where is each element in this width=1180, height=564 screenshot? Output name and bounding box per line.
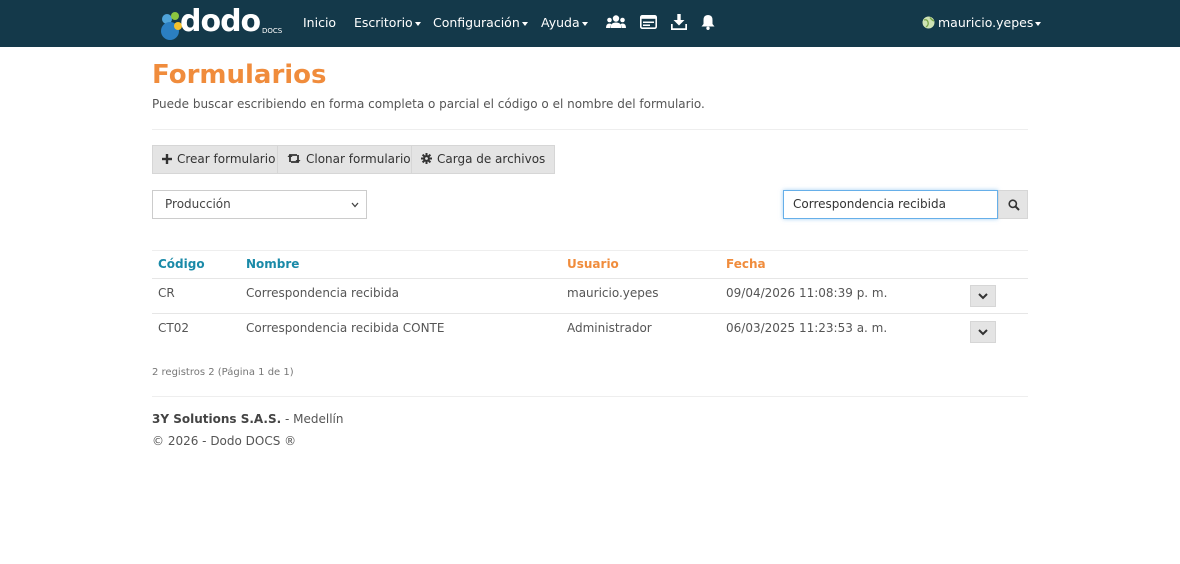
nav-ayuda[interactable]: Ayuda (541, 15, 588, 30)
plus-icon (162, 153, 172, 164)
cell-nombre: Correspondencia recibida (246, 286, 399, 300)
nav-escritorio[interactable]: Escritorio (354, 15, 421, 30)
bell-icon[interactable] (701, 14, 715, 30)
logo-text: dodo (180, 4, 261, 39)
chevron-down-icon (978, 293, 988, 300)
divider (152, 129, 1028, 130)
create-form-label: Crear formulario (177, 152, 276, 166)
cell-usuario: Administrador (567, 321, 652, 335)
cell-fecha: 06/03/2025 11:23:53 a. m. (726, 321, 888, 335)
company-name: 3Y Solutions S.A.S. (152, 412, 282, 426)
pagination-summary: 2 registros 2 (Página 1 de 1) (152, 367, 294, 378)
clone-form-button[interactable]: Clonar formulario (277, 145, 421, 174)
clone-form-label: Clonar formulario (306, 152, 411, 166)
cell-codigo: CR (158, 286, 175, 300)
logo-subtext: DOCS (262, 27, 283, 35)
retweet-icon (287, 154, 301, 163)
table-header-border (152, 278, 1028, 279)
user-menu[interactable]: mauricio.yepes (922, 15, 1042, 30)
footer-copyright: © 2026 - Dodo DOCS ® (152, 434, 297, 448)
chevron-down-icon (978, 329, 988, 336)
upload-files-button[interactable]: Carga de archivos (411, 145, 556, 174)
column-header-codigo[interactable]: Código (158, 257, 205, 271)
column-header-fecha[interactable]: Fecha (726, 257, 766, 271)
cell-fecha: 09/04/2026 11:08:39 p. m. (726, 286, 888, 300)
id-card-icon[interactable] (640, 15, 657, 29)
caret-down-icon (414, 21, 421, 26)
footer-company: 3Y Solutions S.A.S. - Medellín (152, 412, 344, 426)
cell-nombre: Correspondencia recibida CONTE (246, 321, 445, 335)
cell-codigo: CT02 (158, 321, 189, 335)
caret-down-icon (1035, 21, 1042, 26)
nav-inicio[interactable]: Inicio (303, 15, 336, 30)
caret-down-icon (521, 21, 528, 26)
column-header-nombre[interactable]: Nombre (246, 257, 299, 271)
company-city: - Medellín (281, 412, 344, 426)
row-actions-button[interactable] (970, 285, 996, 307)
chevron-down-icon (351, 202, 359, 208)
table-top-border (152, 250, 1028, 251)
nav-escritorio-label: Escritorio (354, 15, 413, 30)
user-menu-label: mauricio.yepes (938, 15, 1034, 30)
search-button[interactable] (998, 190, 1028, 219)
column-header-usuario[interactable]: Usuario (567, 257, 619, 271)
row-actions-button[interactable] (970, 321, 996, 343)
environment-select-value: Producción (165, 197, 231, 211)
nav-configuracion[interactable]: Configuración (433, 15, 528, 30)
globe-avatar-icon (922, 16, 935, 29)
download-icon[interactable] (671, 14, 687, 30)
footer-divider (152, 396, 1028, 397)
nav-configuracion-label: Configuración (433, 15, 520, 30)
cell-usuario: mauricio.yepes (567, 286, 659, 300)
gear-icon (421, 153, 432, 164)
caret-down-icon (581, 21, 588, 26)
search-icon (1008, 199, 1020, 211)
row-divider (152, 313, 1028, 314)
dodo-docs-logo[interactable]: dodo DOCS (158, 4, 283, 42)
environment-select[interactable]: Producción (152, 190, 367, 219)
nav-ayuda-label: Ayuda (541, 15, 580, 30)
create-form-button[interactable]: Crear formulario (152, 145, 286, 174)
page-title: Formularios (152, 60, 327, 90)
search-input[interactable]: Correspondencia recibida (783, 190, 998, 219)
top-navbar: dodo DOCS Inicio Escritorio Configuració… (0, 0, 1180, 47)
users-icon[interactable] (606, 14, 626, 30)
page-subtitle: Puede buscar escribiendo en forma comple… (152, 97, 705, 111)
upload-files-label: Carga de archivos (437, 152, 546, 166)
